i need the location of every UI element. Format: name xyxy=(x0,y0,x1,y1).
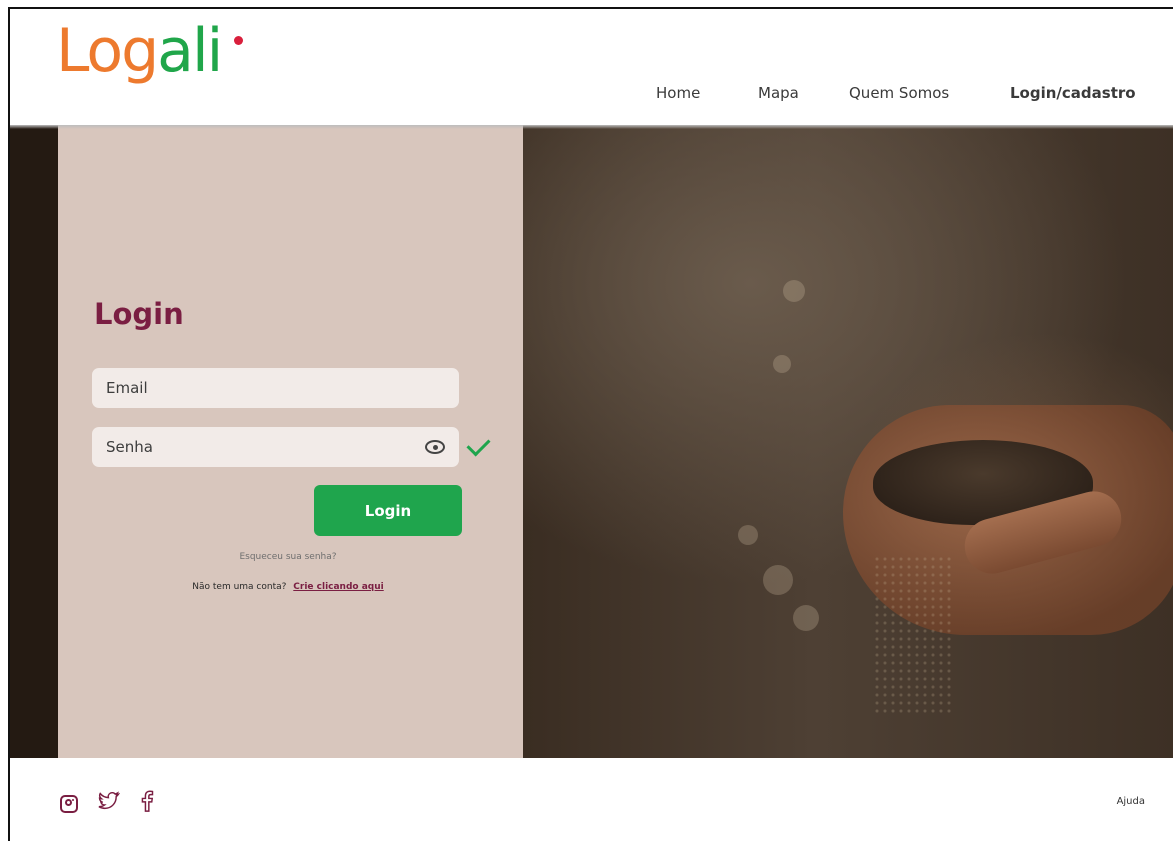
email-placeholder: Email xyxy=(106,379,148,397)
nav-home[interactable]: Home xyxy=(656,84,700,102)
site-header: Logali xyxy=(10,9,1173,125)
logo[interactable]: Logali xyxy=(56,21,243,81)
bokeh-light xyxy=(763,565,793,595)
twitter-icon[interactable] xyxy=(98,791,121,816)
instagram-icon[interactable] xyxy=(60,794,78,813)
logo-part-2: ali xyxy=(157,16,223,86)
login-title: Login xyxy=(94,297,184,331)
bokeh-light xyxy=(793,605,819,631)
password-placeholder: Senha xyxy=(106,438,153,456)
hero-photo-soil-hands xyxy=(523,125,1173,758)
header-shadow xyxy=(10,125,1173,129)
dark-edge-strip xyxy=(10,125,58,758)
bokeh-light xyxy=(738,525,758,545)
checkmark-icon xyxy=(466,432,491,457)
logo-part-1: Log xyxy=(56,16,159,86)
forgot-password-link[interactable]: Esqueceu sua senha? xyxy=(58,552,518,562)
hero-section: Login Email Senha Login Esqueceu sua sen… xyxy=(10,125,1173,758)
create-account-link[interactable]: Crie clicando aqui xyxy=(293,582,383,592)
login-button[interactable]: Login xyxy=(314,485,462,536)
help-link[interactable]: Ajuda xyxy=(1117,796,1145,807)
nav-quem-somos[interactable]: Quem Somos xyxy=(849,84,949,102)
social-links xyxy=(60,790,154,817)
nav-mapa[interactable]: Mapa xyxy=(758,84,799,102)
password-field[interactable]: Senha xyxy=(92,427,459,467)
falling-soil xyxy=(873,555,953,715)
facebook-icon[interactable] xyxy=(140,790,154,817)
signup-prompt: Não tem uma conta? Crie clicando aqui xyxy=(58,582,518,592)
no-account-text: Não tem uma conta? xyxy=(192,582,287,592)
eye-icon[interactable] xyxy=(425,440,445,454)
login-panel: Login Email Senha Login Esqueceu sua sen… xyxy=(58,125,523,758)
bokeh-light xyxy=(783,280,805,302)
nav-login-cadastro[interactable]: Login/cadastro xyxy=(1010,84,1136,102)
bokeh-light xyxy=(773,355,791,373)
email-field[interactable]: Email xyxy=(92,368,459,408)
site-footer: Ajuda xyxy=(10,758,1173,841)
logo-dot xyxy=(234,36,243,45)
